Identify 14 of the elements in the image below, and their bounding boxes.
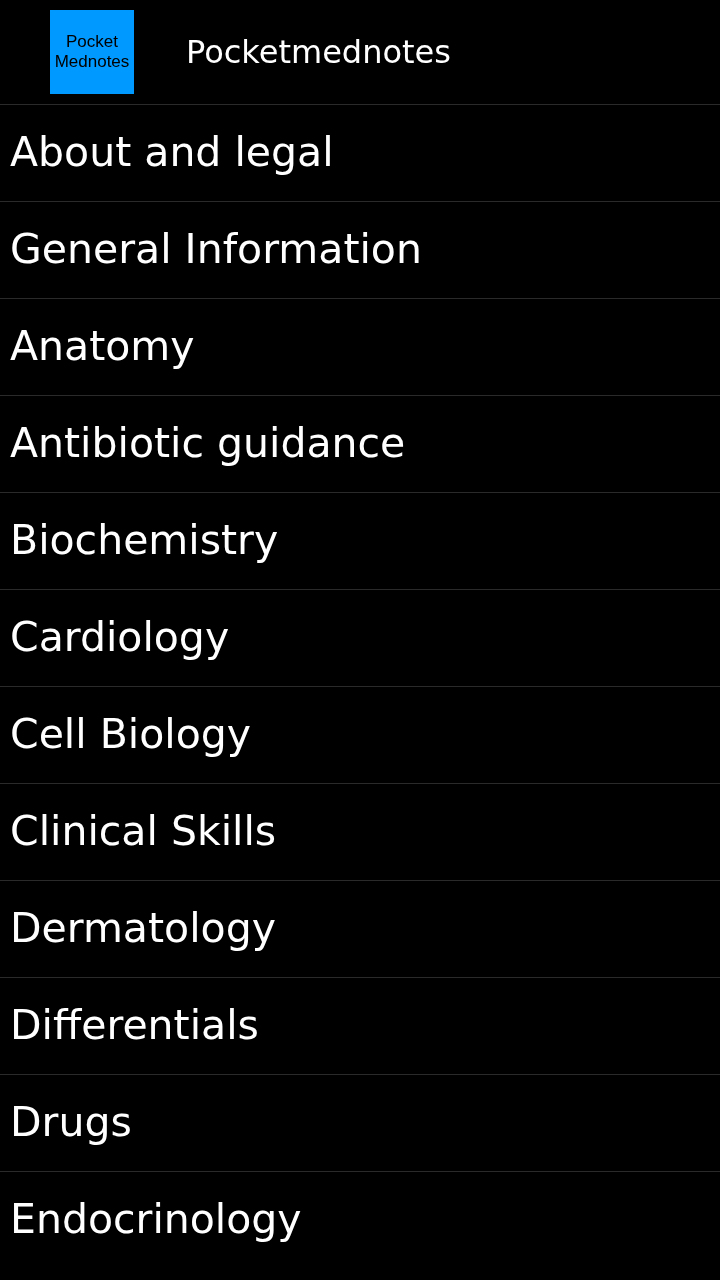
menu-item[interactable]: Endocrinology [0,1171,720,1268]
menu-item[interactable]: Biochemistry [0,492,720,589]
menu-item[interactable]: Antibiotic guidance [0,395,720,492]
menu-item[interactable]: Dermatology [0,880,720,977]
menu-item[interactable]: Clinical Skills [0,783,720,880]
app-logo: Pocket Mednotes [50,10,134,94]
menu-item[interactable]: General Information [0,201,720,298]
menu-item[interactable]: Cardiology [0,589,720,686]
menu-item[interactable]: Differentials [0,977,720,1074]
menu-item[interactable]: Cell Biology [0,686,720,783]
menu-item[interactable]: Drugs [0,1074,720,1171]
app-title: Pocketmednotes [186,36,451,68]
menu-item[interactable]: About and legal [0,104,720,201]
menu-item[interactable]: Anatomy [0,298,720,395]
